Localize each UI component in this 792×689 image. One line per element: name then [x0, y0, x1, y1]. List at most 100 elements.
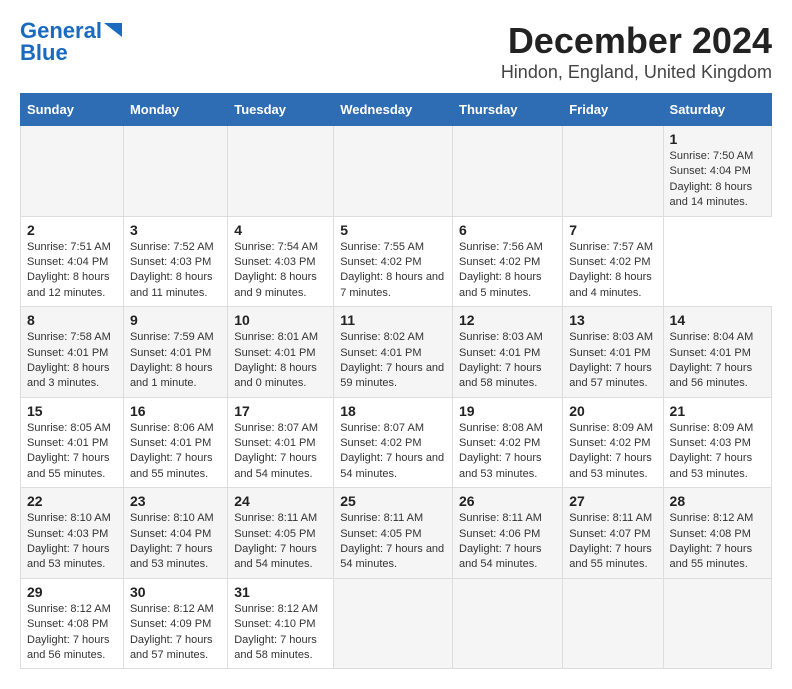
sunset-time: Sunset: 4:01 PM [130, 347, 211, 359]
daylight-hours: Daylight: 7 hours and 54 minutes. [340, 452, 444, 479]
calendar-title: December 2024 [501, 20, 772, 62]
sunrise-time: Sunrise: 7:50 AM [670, 150, 754, 162]
calendar-table: Sunday Monday Tuesday Wednesday Thursday… [20, 93, 772, 669]
day-number: 13 [569, 312, 656, 328]
table-row: 1 Sunrise: 7:50 AM Sunset: 4:04 PM Dayli… [663, 126, 771, 217]
sunrise-time: Sunrise: 7:56 AM [459, 241, 543, 253]
table-row: 21 Sunrise: 8:09 AM Sunset: 4:03 PM Dayl… [663, 397, 771, 488]
table-row: 30 Sunrise: 8:12 AM Sunset: 4:09 PM Dayl… [123, 578, 227, 669]
table-row [228, 126, 334, 217]
sunrise-time: Sunrise: 8:11 AM [234, 512, 317, 524]
sunrise-time: Sunrise: 8:09 AM [569, 422, 653, 434]
daylight-hours: Daylight: 7 hours and 57 minutes. [569, 362, 652, 389]
sunset-time: Sunset: 4:03 PM [130, 256, 211, 268]
daylight-hours: Daylight: 8 hours and 11 minutes. [130, 271, 213, 298]
sunrise-time: Sunrise: 8:12 AM [670, 512, 754, 524]
day-number: 6 [459, 222, 556, 238]
sunset-time: Sunset: 4:01 PM [130, 437, 211, 449]
table-row: 3 Sunrise: 7:52 AM Sunset: 4:03 PM Dayli… [123, 216, 227, 307]
day-number: 16 [130, 403, 221, 419]
sunset-time: Sunset: 4:01 PM [234, 437, 315, 449]
table-row: 2 Sunrise: 7:51 AM Sunset: 4:04 PM Dayli… [21, 216, 124, 307]
sunrise-time: Sunrise: 8:02 AM [340, 331, 424, 343]
daylight-hours: Daylight: 8 hours and 4 minutes. [569, 271, 652, 298]
sunset-time: Sunset: 4:05 PM [234, 528, 315, 540]
logo-blue: Blue [20, 42, 68, 64]
sunrise-time: Sunrise: 8:09 AM [670, 422, 754, 434]
table-row: 4 Sunrise: 7:54 AM Sunset: 4:03 PM Dayli… [228, 216, 334, 307]
table-row: 25 Sunrise: 8:11 AM Sunset: 4:05 PM Dayl… [334, 488, 453, 579]
table-row [563, 578, 663, 669]
sunrise-time: Sunrise: 8:12 AM [130, 603, 214, 615]
table-row: 16 Sunrise: 8:06 AM Sunset: 4:01 PM Dayl… [123, 397, 227, 488]
day-number: 29 [27, 584, 117, 600]
header-monday: Monday [123, 94, 227, 126]
sunrise-time: Sunrise: 8:11 AM [459, 512, 542, 524]
day-number: 28 [670, 493, 765, 509]
table-row: 5 Sunrise: 7:55 AM Sunset: 4:02 PM Dayli… [334, 216, 453, 307]
sunset-time: Sunset: 4:06 PM [459, 528, 540, 540]
sunset-time: Sunset: 4:02 PM [569, 256, 650, 268]
day-number: 31 [234, 584, 327, 600]
table-row: 23 Sunrise: 8:10 AM Sunset: 4:04 PM Dayl… [123, 488, 227, 579]
day-number: 27 [569, 493, 656, 509]
sunrise-time: Sunrise: 8:10 AM [130, 512, 214, 524]
calendar-week-row: 2 Sunrise: 7:51 AM Sunset: 4:04 PM Dayli… [21, 216, 772, 307]
day-number: 20 [569, 403, 656, 419]
daylight-hours: Daylight: 8 hours and 9 minutes. [234, 271, 317, 298]
sunset-time: Sunset: 4:01 PM [27, 347, 108, 359]
header-tuesday: Tuesday [228, 94, 334, 126]
calendar-header-row: Sunday Monday Tuesday Wednesday Thursday… [21, 94, 772, 126]
table-row [123, 126, 227, 217]
table-row: 10 Sunrise: 8:01 AM Sunset: 4:01 PM Dayl… [228, 307, 334, 398]
table-row: 20 Sunrise: 8:09 AM Sunset: 4:02 PM Dayl… [563, 397, 663, 488]
sunset-time: Sunset: 4:01 PM [234, 347, 315, 359]
day-number: 23 [130, 493, 221, 509]
sunrise-time: Sunrise: 7:51 AM [27, 241, 111, 253]
calendar-week-row: 22 Sunrise: 8:10 AM Sunset: 4:03 PM Dayl… [21, 488, 772, 579]
table-row: 27 Sunrise: 8:11 AM Sunset: 4:07 PM Dayl… [563, 488, 663, 579]
table-row [563, 126, 663, 217]
daylight-hours: Daylight: 7 hours and 54 minutes. [340, 543, 444, 570]
daylight-hours: Daylight: 7 hours and 56 minutes. [27, 634, 110, 661]
daylight-hours: Daylight: 7 hours and 59 minutes. [340, 362, 444, 389]
day-number: 4 [234, 222, 327, 238]
daylight-hours: Daylight: 7 hours and 58 minutes. [234, 634, 317, 661]
sunset-time: Sunset: 4:10 PM [234, 618, 315, 630]
table-row: 9 Sunrise: 7:59 AM Sunset: 4:01 PM Dayli… [123, 307, 227, 398]
page-header: General Blue December 2024 Hindon, Engla… [20, 20, 772, 83]
table-row: 14 Sunrise: 8:04 AM Sunset: 4:01 PM Dayl… [663, 307, 771, 398]
table-row [334, 126, 453, 217]
table-row: 8 Sunrise: 7:58 AM Sunset: 4:01 PM Dayli… [21, 307, 124, 398]
sunset-time: Sunset: 4:01 PM [569, 347, 650, 359]
day-number: 25 [340, 493, 446, 509]
sunrise-time: Sunrise: 7:55 AM [340, 241, 424, 253]
daylight-hours: Daylight: 7 hours and 53 minutes. [130, 543, 213, 570]
sunrise-time: Sunrise: 8:11 AM [340, 512, 423, 524]
table-row: 31 Sunrise: 8:12 AM Sunset: 4:10 PM Dayl… [228, 578, 334, 669]
sunset-time: Sunset: 4:03 PM [27, 528, 108, 540]
day-number: 11 [340, 312, 446, 328]
sunset-time: Sunset: 4:02 PM [459, 256, 540, 268]
sunrise-time: Sunrise: 7:58 AM [27, 331, 111, 343]
day-number: 12 [459, 312, 556, 328]
sunrise-time: Sunrise: 8:07 AM [234, 422, 318, 434]
table-row: 24 Sunrise: 8:11 AM Sunset: 4:05 PM Dayl… [228, 488, 334, 579]
logo-text: General [20, 20, 102, 42]
day-number: 10 [234, 312, 327, 328]
sunrise-time: Sunrise: 7:52 AM [130, 241, 214, 253]
daylight-hours: Daylight: 7 hours and 55 minutes. [670, 543, 753, 570]
sunset-time: Sunset: 4:09 PM [130, 618, 211, 630]
table-row [453, 126, 563, 217]
sunset-time: Sunset: 4:08 PM [27, 618, 108, 630]
daylight-hours: Daylight: 7 hours and 56 minutes. [670, 362, 753, 389]
daylight-hours: Daylight: 7 hours and 53 minutes. [27, 543, 110, 570]
daylight-hours: Daylight: 7 hours and 57 minutes. [130, 634, 213, 661]
header-sunday: Sunday [21, 94, 124, 126]
calendar-week-row: 15 Sunrise: 8:05 AM Sunset: 4:01 PM Dayl… [21, 397, 772, 488]
daylight-hours: Daylight: 8 hours and 1 minute. [130, 362, 213, 389]
day-number: 15 [27, 403, 117, 419]
table-row: 6 Sunrise: 7:56 AM Sunset: 4:02 PM Dayli… [453, 216, 563, 307]
sunrise-time: Sunrise: 7:57 AM [569, 241, 653, 253]
title-area: December 2024 Hindon, England, United Ki… [501, 20, 772, 83]
